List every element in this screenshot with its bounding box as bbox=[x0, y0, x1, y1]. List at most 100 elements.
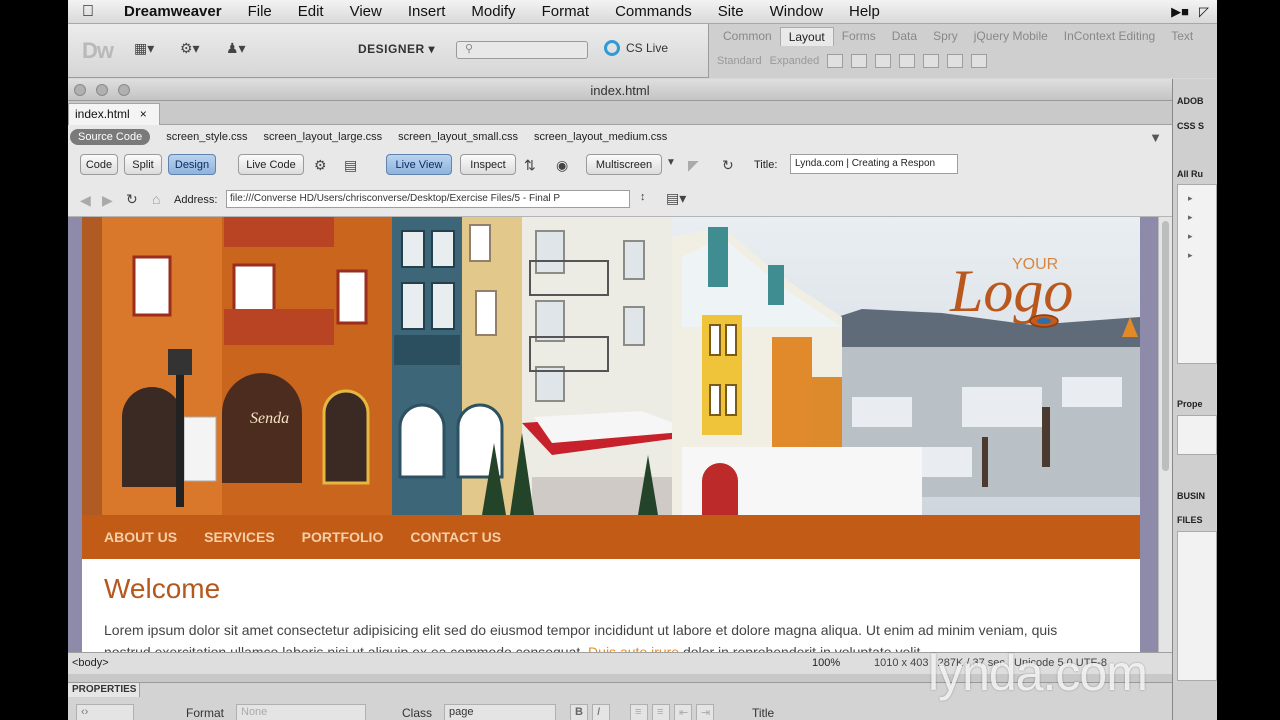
menu-edit[interactable]: Edit bbox=[285, 3, 337, 20]
menu-window[interactable]: Window bbox=[757, 3, 836, 20]
forward-icon[interactable]: ▶ bbox=[102, 192, 113, 209]
workspace-switcher[interactable]: DESIGNER ▾ bbox=[358, 42, 435, 56]
tab-data[interactable]: Data bbox=[884, 27, 925, 46]
live-view-button[interactable]: Live View bbox=[386, 154, 452, 175]
ordered-list-icon[interactable]: ≡ bbox=[652, 704, 670, 720]
refresh-icon[interactable]: ↻ bbox=[722, 157, 734, 174]
tab-jquery-mobile[interactable]: jQuery Mobile bbox=[966, 27, 1056, 46]
design-view-button[interactable]: Design bbox=[168, 154, 216, 175]
source-code-button[interactable]: Source Code bbox=[70, 129, 151, 145]
related-file-screen-style[interactable]: screen_style.css bbox=[166, 131, 247, 143]
menu-insert[interactable]: Insert bbox=[395, 3, 459, 20]
menu-commands[interactable]: Commands bbox=[602, 3, 705, 20]
address-stepper-icon[interactable]: ↕ bbox=[640, 191, 646, 203]
cs-live-button[interactable]: CS Live bbox=[604, 40, 668, 56]
properties-tab[interactable]: PROPERTIES bbox=[68, 683, 140, 697]
svg-text:Senda: Senda bbox=[250, 410, 289, 427]
tab-index-html[interactable]: index.html × bbox=[68, 103, 160, 125]
files-list[interactable] bbox=[1177, 531, 1217, 681]
design-view: Senda YOUR Logo ABOUT US SERVICES PORTFO… bbox=[68, 217, 1158, 652]
site-icon[interactable]: ♟▾ bbox=[226, 40, 246, 57]
italic-button[interactable]: I bbox=[592, 704, 610, 720]
layout-icon[interactable] bbox=[923, 54, 940, 68]
inspect-button[interactable]: Inspect bbox=[460, 154, 516, 175]
menu-modify[interactable]: Modify bbox=[458, 3, 528, 20]
related-file-layout-large[interactable]: screen_layout_large.css bbox=[264, 131, 383, 143]
menu-site[interactable]: Site bbox=[705, 3, 757, 20]
scrollbar-thumb[interactable] bbox=[1162, 221, 1169, 471]
css-rules-list[interactable]: ▸ ▸ ▸ ▸ bbox=[1177, 184, 1217, 364]
validate-icon[interactable]: ▤ bbox=[344, 157, 357, 174]
browser-preview-icon[interactable]: ⇅ bbox=[524, 157, 536, 174]
apple-icon[interactable]:  bbox=[68, 3, 108, 21]
ap-div-icon[interactable] bbox=[947, 54, 964, 68]
check-browser-icon[interactable]: ⚙ bbox=[314, 157, 327, 174]
code-view-button[interactable]: Code bbox=[80, 154, 118, 175]
menu-app[interactable]: Dreamweaver bbox=[108, 3, 235, 20]
live-code-button[interactable]: Live Code bbox=[238, 154, 304, 175]
search-input[interactable]: ⚲ bbox=[456, 41, 588, 59]
layout-icon[interactable]: ▦▾ bbox=[134, 40, 154, 57]
format-select[interactable]: None bbox=[236, 704, 366, 720]
bold-button[interactable]: B bbox=[570, 704, 588, 720]
unordered-list-icon[interactable]: ≡ bbox=[630, 704, 648, 720]
related-file-layout-small[interactable]: screen_layout_small.css bbox=[398, 131, 518, 143]
visual-aids-icon[interactable]: ◤ bbox=[688, 157, 699, 174]
close-icon[interactable]: × bbox=[140, 107, 147, 122]
tab-common[interactable]: Common bbox=[715, 27, 780, 46]
div-icon[interactable] bbox=[875, 54, 892, 68]
html-mode-button[interactable]: ‹› bbox=[76, 704, 134, 720]
globe-icon[interactable]: ◉ bbox=[556, 157, 568, 174]
outdent-icon[interactable]: ⇤ bbox=[674, 704, 692, 720]
search-icon: ⚲ bbox=[465, 43, 474, 55]
address-input[interactable]: file:///Converse HD/Users/chrisconverse/… bbox=[226, 190, 630, 208]
class-select[interactable]: page bbox=[444, 704, 556, 720]
related-file-layout-medium[interactable]: screen_layout_medium.css bbox=[534, 131, 667, 143]
back-icon[interactable]: ◀ bbox=[80, 192, 91, 209]
expanded-button[interactable]: Expanded bbox=[770, 55, 820, 67]
business-catalyst-tab[interactable]: BUSIN bbox=[1177, 491, 1205, 501]
css-properties-list[interactable] bbox=[1177, 415, 1217, 455]
wifi-icon[interactable]: ◸ bbox=[1199, 4, 1209, 20]
adobe-browserlab-tab[interactable]: ADOB bbox=[1177, 96, 1204, 106]
home-icon[interactable]: ⌂ bbox=[152, 191, 160, 207]
menu-file[interactable]: File bbox=[235, 3, 285, 20]
tab-label: index.html bbox=[75, 107, 130, 121]
split-view-button[interactable]: Split bbox=[124, 154, 162, 175]
intro-link[interactable]: Duis aute irure bbox=[588, 644, 679, 652]
layer-icon[interactable] bbox=[851, 54, 868, 68]
vertical-scrollbar[interactable] bbox=[1158, 217, 1172, 652]
menu-format[interactable]: Format bbox=[529, 3, 603, 20]
site-preview: Senda YOUR Logo ABOUT US SERVICES PORTFO… bbox=[82, 217, 1140, 652]
zoom-level[interactable]: 100% bbox=[812, 657, 840, 669]
tab-forms[interactable]: Forms bbox=[834, 27, 884, 46]
nav-about-us[interactable]: ABOUT US bbox=[104, 529, 177, 545]
tag-selector-body[interactable]: <body> bbox=[72, 657, 109, 669]
chevron-down-icon[interactable]: ▼ bbox=[666, 157, 676, 168]
nav-portfolio[interactable]: PORTFOLIO bbox=[302, 529, 384, 545]
standard-button[interactable]: Standard bbox=[717, 55, 762, 67]
grid-icon[interactable] bbox=[971, 54, 988, 68]
menu-view[interactable]: View bbox=[337, 3, 395, 20]
multiscreen-button[interactable]: Multiscreen bbox=[586, 154, 662, 175]
tab-text[interactable]: Text bbox=[1163, 27, 1201, 46]
files-tab[interactable]: FILES bbox=[1177, 515, 1203, 525]
css-styles-tab[interactable]: CSS S bbox=[1177, 121, 1204, 131]
display-icon[interactable]: ▶■ bbox=[1171, 4, 1189, 20]
indent-icon[interactable]: ⇥ bbox=[696, 704, 714, 720]
tab-spry[interactable]: Spry bbox=[925, 27, 966, 46]
nav-contact-us[interactable]: CONTACT US bbox=[410, 529, 501, 545]
frame-icon[interactable] bbox=[899, 54, 916, 68]
rule-disclosure-icons[interactable]: ▸ ▸ ▸ ▸ bbox=[1178, 185, 1216, 265]
document-window: index.html index.html × Source Code scre… bbox=[68, 79, 1172, 674]
tab-incontext-editing[interactable]: InContext Editing bbox=[1056, 27, 1163, 46]
live-view-options-icon[interactable]: ▤▾ bbox=[666, 190, 686, 207]
menu-help[interactable]: Help bbox=[836, 3, 893, 20]
reload-icon[interactable]: ↻ bbox=[126, 191, 138, 208]
tab-layout[interactable]: Layout bbox=[779, 27, 834, 46]
nav-services[interactable]: SERVICES bbox=[204, 529, 275, 545]
title-input[interactable]: Lynda.com | Creating a Respon bbox=[790, 154, 958, 174]
filter-icon[interactable]: ▼ bbox=[1149, 130, 1162, 145]
table-icon[interactable] bbox=[827, 54, 844, 68]
gear-icon[interactable]: ⚙▾ bbox=[180, 40, 200, 57]
